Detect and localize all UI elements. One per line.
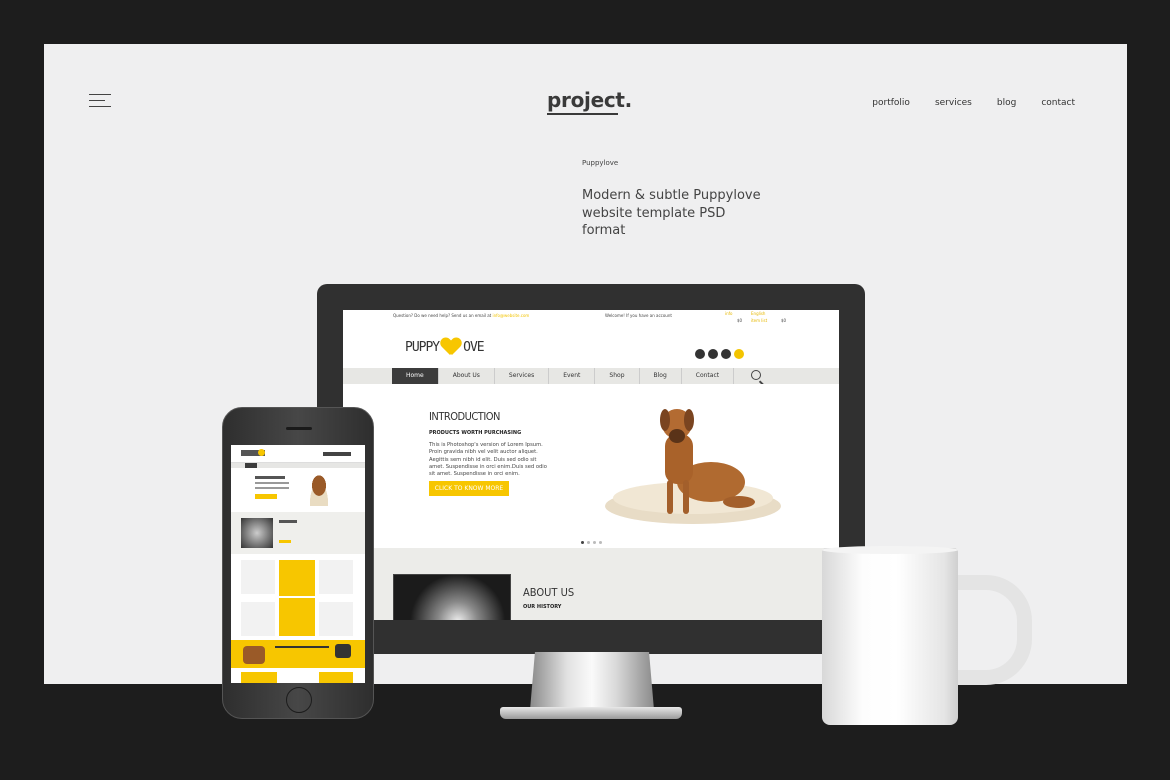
dog-on-cushion-image bbox=[605, 409, 781, 524]
mockup-nav-event[interactable]: Event bbox=[549, 368, 596, 384]
project-label: Puppylove bbox=[582, 159, 619, 167]
phone-social bbox=[323, 452, 351, 456]
phone-home-button bbox=[286, 687, 312, 713]
monitor-stand-base bbox=[500, 707, 682, 719]
heart-icon bbox=[441, 338, 461, 356]
mockup-logo: PUPPY OVE bbox=[405, 338, 485, 356]
topbar-question: Question? Do we need help? Send us an em… bbox=[393, 313, 530, 318]
search-icon[interactable] bbox=[751, 370, 761, 380]
phone-heart-icon bbox=[258, 449, 265, 456]
phone-dog-image bbox=[305, 472, 333, 506]
phone-footer bbox=[231, 668, 365, 683]
phone-services-grid bbox=[231, 554, 365, 640]
rss-icon[interactable] bbox=[734, 349, 744, 359]
monitor-screen: Question? Do we need help? Send us an em… bbox=[343, 310, 839, 620]
nav-portfolio[interactable]: portfolio bbox=[872, 98, 910, 108]
vimeo-icon[interactable] bbox=[721, 349, 731, 359]
twitter-icon[interactable] bbox=[708, 349, 718, 359]
project-title: Modern & subtle Puppylove website templa… bbox=[582, 188, 761, 238]
topbar-right: info English $0 item list $0 bbox=[725, 311, 787, 323]
hero-subtitle: PRODUCTS WORTH PURCHASING bbox=[429, 430, 522, 436]
topbar-welcome: Welcome! If you have an account bbox=[605, 313, 672, 318]
mockup-navbar: Home About Us Services Event Shop Blog C… bbox=[343, 368, 839, 384]
facebook-icon[interactable] bbox=[695, 349, 705, 359]
phone-speaker bbox=[286, 427, 312, 430]
site-logo[interactable]: project. bbox=[547, 88, 632, 115]
phone-screen bbox=[231, 445, 365, 683]
phone-site-header bbox=[231, 445, 365, 463]
phone-mockup bbox=[222, 407, 374, 719]
monitor-mockup: Question? Do we need help? Send us an em… bbox=[317, 284, 865, 654]
nav-services[interactable]: services bbox=[935, 98, 972, 108]
nav-contact[interactable]: contact bbox=[1041, 98, 1075, 108]
logo-underline bbox=[547, 113, 618, 115]
coffee-mug bbox=[822, 548, 958, 725]
phone-hero bbox=[231, 468, 365, 512]
mockup-topbar: Question? Do we need help? Send us an em… bbox=[343, 310, 839, 330]
nav-blog[interactable]: blog bbox=[997, 98, 1016, 108]
hero-title: INTRODUCTION bbox=[429, 410, 500, 423]
bone-icon bbox=[335, 644, 351, 658]
about-image bbox=[393, 574, 511, 620]
hamburger-menu-icon[interactable] bbox=[89, 94, 111, 108]
carousel-dots[interactable] bbox=[581, 541, 602, 544]
mockup-nav-about[interactable]: About Us bbox=[439, 368, 495, 384]
mockup-nav-shop[interactable]: Shop bbox=[595, 368, 640, 384]
mockup-about: ABOUT US OUR HISTORY bbox=[343, 548, 839, 620]
mug-rim bbox=[822, 546, 958, 554]
main-nav: portfolio services blog contact bbox=[872, 98, 1075, 108]
mockup-nav-services[interactable]: Services bbox=[495, 368, 550, 384]
mockup-nav-contact[interactable]: Contact bbox=[682, 368, 735, 384]
hero-body: This is Photoshop's version of Lorem Ips… bbox=[429, 442, 547, 478]
hero-cta-button[interactable]: CLICK TO KNOW MORE bbox=[429, 481, 509, 496]
mockup-nav-blog[interactable]: Blog bbox=[640, 368, 682, 384]
about-title: ABOUT US bbox=[523, 586, 575, 599]
mockup-hero: INTRODUCTION PRODUCTS WORTH PURCHASING T… bbox=[343, 384, 839, 548]
about-subtitle: OUR HISTORY bbox=[523, 604, 562, 610]
monitor-stand bbox=[530, 652, 654, 710]
phone-yellow-banner bbox=[231, 640, 365, 668]
social-icons bbox=[695, 349, 744, 359]
mockup-nav-home[interactable]: Home bbox=[392, 368, 439, 384]
phone-about bbox=[231, 512, 365, 554]
